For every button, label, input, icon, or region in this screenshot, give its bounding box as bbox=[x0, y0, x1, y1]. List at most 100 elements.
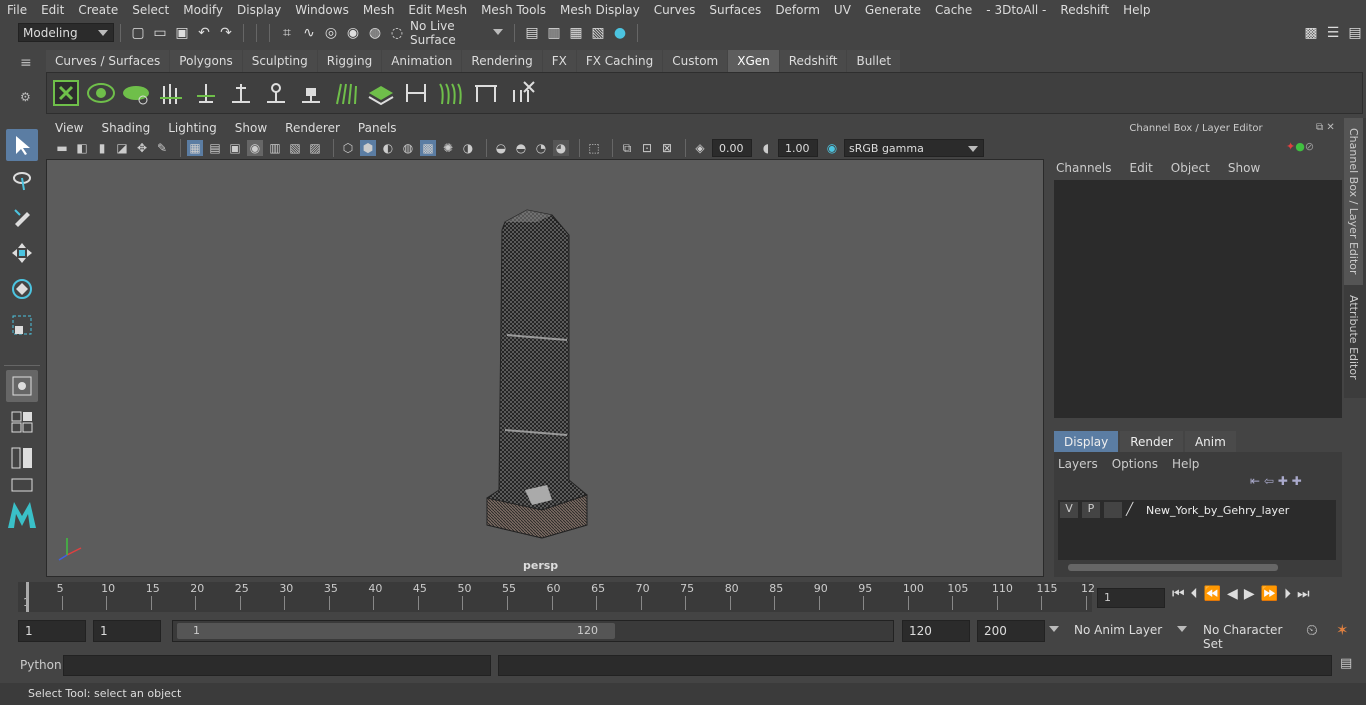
shelf-tab-rigging[interactable]: Rigging bbox=[317, 50, 382, 72]
menu-modify[interactable]: Modify bbox=[176, 3, 230, 17]
menu-deform[interactable]: Deform bbox=[768, 3, 827, 17]
grease-pencil-icon[interactable]: ✎ bbox=[154, 140, 170, 156]
ambient-occlusion-icon[interactable]: ◒ bbox=[493, 140, 509, 156]
viewport-menu-show[interactable]: Show bbox=[226, 121, 276, 135]
mode-dropdown[interactable]: Modeling bbox=[18, 23, 114, 42]
xray-joints-icon[interactable]: ⊡ bbox=[639, 140, 655, 156]
cmd-input[interactable] bbox=[63, 655, 491, 676]
menu-redshift[interactable]: Redshift bbox=[1053, 3, 1116, 17]
float-panel-icon[interactable]: ⧉ ✕ bbox=[1316, 122, 1335, 133]
shelf-tab-xgen[interactable]: XGen bbox=[728, 50, 779, 72]
isolate-select-icon[interactable]: ⬚ bbox=[586, 140, 602, 156]
scale-tool-icon[interactable] bbox=[6, 309, 38, 341]
ipr-render-icon[interactable]: ▦ bbox=[567, 24, 585, 42]
char-set-arrow[interactable] bbox=[1177, 620, 1192, 639]
single-view-icon[interactable] bbox=[6, 370, 38, 402]
menu-edit[interactable]: Edit bbox=[34, 3, 71, 17]
wireframe-icon[interactable]: ⬡ bbox=[340, 140, 356, 156]
step-back-key-icon[interactable]: ⏴ bbox=[1191, 586, 1198, 602]
end-time-field[interactable]: 200 bbox=[977, 620, 1045, 642]
snap-point-icon[interactable]: ◎ bbox=[322, 24, 340, 42]
layer-scrollbar[interactable] bbox=[1068, 564, 1278, 571]
play-backward-icon[interactable]: ◀ bbox=[1227, 586, 1238, 602]
menu-mesh-display[interactable]: Mesh Display bbox=[553, 3, 647, 17]
layer-menu-help[interactable]: Help bbox=[1172, 457, 1199, 471]
color-space-dropdown[interactable]: sRGB gamma bbox=[844, 139, 984, 157]
wireframe-on-shaded-icon[interactable]: ◍ bbox=[400, 140, 416, 156]
xgen-add-guide-icon[interactable] bbox=[191, 78, 221, 108]
xgen-groom-icon[interactable] bbox=[331, 78, 361, 108]
textured-icon[interactable]: ▩ bbox=[420, 140, 436, 156]
layer-menu-layers[interactable]: Layers bbox=[1058, 457, 1098, 471]
anim-layer-arrow[interactable] bbox=[1049, 620, 1064, 639]
resolution-gate-icon[interactable]: ▣ bbox=[227, 140, 243, 156]
go-to-start-icon[interactable]: ⏮ bbox=[1172, 586, 1185, 602]
shelf-tab-curves-surfaces[interactable]: Curves / Surfaces bbox=[46, 50, 170, 72]
range-slider[interactable]: 1 120 bbox=[172, 620, 894, 642]
four-view-icon[interactable] bbox=[6, 406, 38, 438]
playback-end-field[interactable]: 120 bbox=[902, 620, 970, 642]
tab-attribute-editor[interactable]: Attribute Editor bbox=[1344, 285, 1363, 390]
layer-row[interactable]: V P ╱ New_York_by_Gehry_layer bbox=[1058, 500, 1336, 520]
menu-select[interactable]: Select bbox=[125, 3, 176, 17]
xgen-editor-icon[interactable] bbox=[51, 78, 81, 108]
shelf-settings-icon[interactable]: ⚙ bbox=[20, 90, 32, 106]
outliner-view-icon[interactable] bbox=[6, 442, 38, 474]
snap-surface-icon[interactable]: ◍ bbox=[366, 24, 384, 42]
snap-curve-icon[interactable]: ∿ bbox=[300, 24, 318, 42]
menu-3dtoall[interactable]: - 3DtoAll - bbox=[979, 3, 1053, 17]
layer-name[interactable]: New_York_by_Gehry_layer bbox=[1146, 504, 1289, 517]
perspective-viewport[interactable] bbox=[46, 159, 1044, 577]
time-slider[interactable]: 1510152025303540455055606570758085909510… bbox=[18, 582, 1095, 612]
anim-layer-field[interactable]: No Anim Layer bbox=[1068, 620, 1174, 642]
layer-tab-render[interactable]: Render bbox=[1120, 431, 1183, 453]
shelf-tab-animation[interactable]: Animation bbox=[382, 50, 462, 72]
rotate-tool-icon[interactable] bbox=[6, 273, 38, 305]
current-frame-field[interactable]: 1 bbox=[1097, 588, 1165, 608]
xgen-create-desc-icon[interactable] bbox=[121, 78, 151, 108]
menu-create[interactable]: Create bbox=[71, 3, 125, 17]
undo-icon[interactable]: ↶ bbox=[195, 24, 213, 42]
shelf-tab-rendering[interactable]: Rendering bbox=[462, 50, 542, 72]
safe-title-icon[interactable]: ▨ bbox=[307, 140, 323, 156]
channel-menu-edit[interactable]: Edit bbox=[1130, 161, 1153, 175]
cmd-language-label[interactable]: Python bbox=[20, 658, 62, 672]
menu-windows[interactable]: Windows bbox=[288, 3, 356, 17]
menu-generate[interactable]: Generate bbox=[858, 3, 928, 17]
depth-of-field-icon[interactable]: ◕ bbox=[553, 140, 569, 156]
snap-live-icon[interactable]: ◌ bbox=[388, 24, 406, 42]
live-surface-field[interactable]: No Live Surface bbox=[408, 19, 508, 47]
select-tool-icon[interactable] bbox=[6, 129, 38, 161]
menu-mesh[interactable]: Mesh bbox=[356, 3, 402, 17]
redo-icon[interactable]: ↷ bbox=[217, 24, 235, 42]
menu-help[interactable]: Help bbox=[1116, 3, 1157, 17]
menu-uv[interactable]: UV bbox=[827, 3, 858, 17]
layer-playback-toggle[interactable]: P bbox=[1082, 502, 1100, 518]
lights-icon[interactable]: ✺ bbox=[440, 140, 456, 156]
shelf-tab-polygons[interactable]: Polygons bbox=[170, 50, 242, 72]
extra-layout-icon[interactable] bbox=[6, 476, 38, 494]
xgen-place-guide-icon[interactable] bbox=[226, 78, 256, 108]
script-editor-icon[interactable]: ▤ bbox=[1340, 656, 1352, 671]
step-forward-frame-icon[interactable]: ⏩ bbox=[1261, 586, 1278, 602]
shelf-tab-fx-caching[interactable]: FX Caching bbox=[576, 50, 663, 72]
lasso-tool-icon[interactable] bbox=[6, 165, 38, 197]
xgen-sculpt-guide-icon[interactable] bbox=[261, 78, 291, 108]
xgen-delete-icon[interactable] bbox=[506, 78, 536, 108]
menu-display[interactable]: Display bbox=[230, 3, 288, 17]
anim-prefs-icon[interactable]: ✶ bbox=[1336, 621, 1349, 639]
layer-tab-anim[interactable]: Anim bbox=[1184, 431, 1236, 453]
new-scene-icon[interactable]: ▢ bbox=[129, 24, 147, 42]
xgen-guides-icon[interactable] bbox=[156, 78, 186, 108]
xray-icon[interactable]: ⧉ bbox=[619, 140, 635, 156]
camera-attr-icon[interactable]: ◧ bbox=[74, 140, 90, 156]
layer-type-toggle[interactable] bbox=[1104, 502, 1122, 518]
smooth-shade-icon[interactable]: ⬢ bbox=[360, 140, 376, 156]
start-time-field[interactable]: 1 bbox=[18, 620, 86, 642]
film-gate-icon[interactable]: ▤ bbox=[207, 140, 223, 156]
current-frame-marker[interactable] bbox=[26, 582, 29, 612]
auto-key-icon[interactable]: ⏲ bbox=[1306, 621, 1318, 639]
menu-curves[interactable]: Curves bbox=[647, 3, 703, 17]
xray-active-icon[interactable]: ⊠ bbox=[659, 140, 675, 156]
workspace-icon[interactable]: ▩ bbox=[1302, 24, 1320, 42]
